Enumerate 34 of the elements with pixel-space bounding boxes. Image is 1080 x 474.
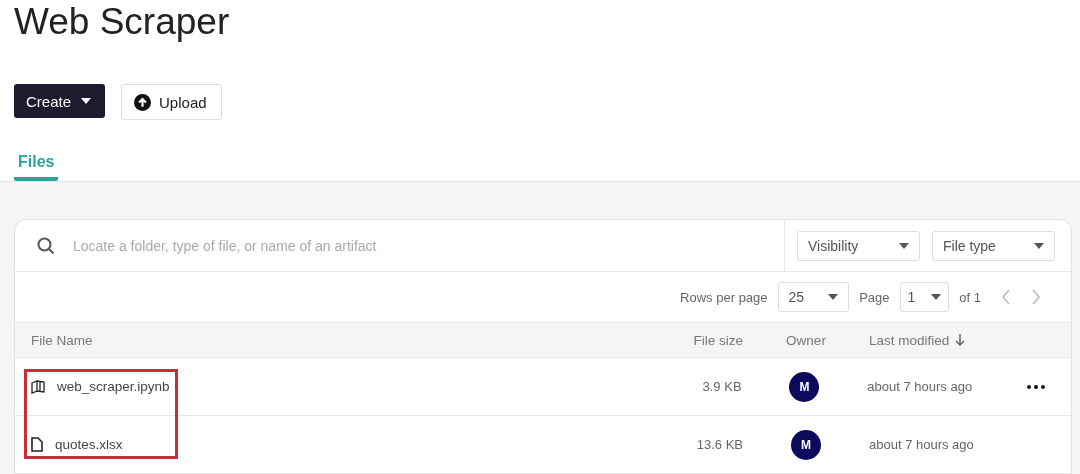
- column-header[interactable]: Last modified: [869, 332, 950, 348]
- caret-icon: [1034, 242, 1044, 249]
- file-size: 13.6 KB: [696, 437, 743, 452]
- file-size: 3.9 KB: [702, 379, 742, 394]
- caret-icon: [828, 294, 839, 300]
- previous-page-icon[interactable]: [1001, 289, 1011, 305]
- file-icon: [31, 437, 43, 452]
- caret-icon: [899, 242, 909, 249]
- caret-icon: [931, 294, 942, 300]
- column-header[interactable]: File size: [693, 332, 743, 348]
- upload-icon: [134, 93, 152, 111]
- caret-icon: [81, 98, 92, 104]
- owner-avatar: M: [789, 371, 820, 402]
- page-label: Page: [859, 289, 890, 305]
- filter-dropdown[interactable]: Visibility: [797, 230, 920, 261]
- next-page-icon[interactable]: [1031, 289, 1041, 305]
- column-header[interactable]: File Name: [31, 332, 93, 348]
- upload-button[interactable]: Upload: [121, 84, 222, 120]
- page-dropdown[interactable]: 1: [899, 282, 950, 312]
- file-name[interactable]: quotes.xlsx: [55, 437, 123, 452]
- page-title: Web Scraper: [14, 0, 231, 44]
- rows-per-page-label: Rows per page: [680, 289, 768, 305]
- filter-dropdown[interactable]: File type: [932, 230, 1055, 261]
- rows-per-page-dropdown[interactable]: 25: [777, 282, 850, 312]
- last-modified: about 7 hours ago: [869, 437, 974, 452]
- file-name[interactable]: web_scraper.ipynb: [57, 379, 170, 394]
- column-header[interactable]: Owner: [786, 332, 826, 348]
- book-icon: [31, 379, 45, 394]
- last-modified: about 7 hours ago: [867, 379, 973, 394]
- owner-avatar: M: [791, 429, 821, 460]
- create-button[interactable]: Create: [14, 84, 106, 118]
- page-count: of 1: [959, 289, 981, 305]
- search-icon: [37, 236, 55, 255]
- more-icon[interactable]: [1027, 384, 1045, 389]
